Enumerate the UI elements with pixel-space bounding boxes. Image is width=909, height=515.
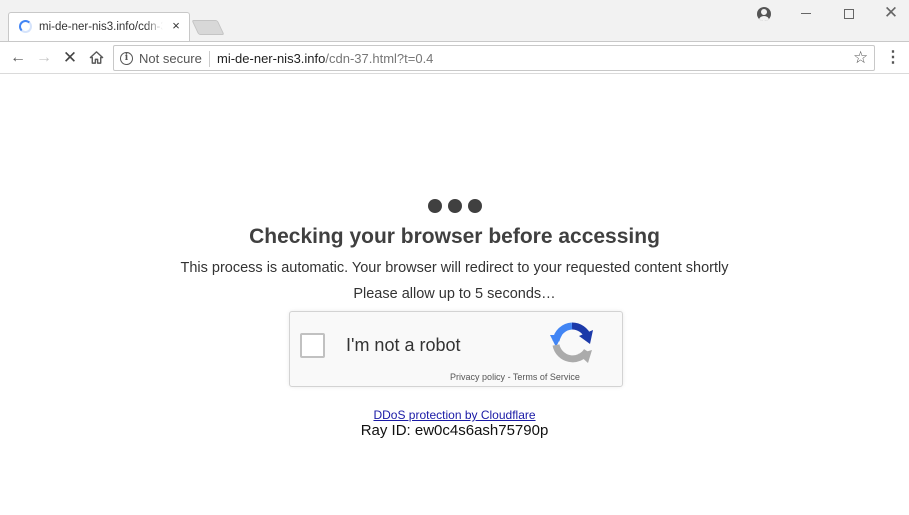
- loading-dots: [0, 199, 909, 218]
- recaptcha-widget: I'm not a robot Privacy policy - Terms o…: [289, 311, 623, 387]
- home-button[interactable]: [84, 46, 108, 70]
- home-icon: [89, 51, 103, 64]
- recaptcha-links: Privacy policy - Terms of Service: [440, 372, 590, 382]
- page-content: Checking your browser before accessing T…: [0, 75, 909, 515]
- browser-toolbar: ← → ✕ i Not secure mi-de-ner-nis3.info/c…: [0, 41, 909, 74]
- loading-dot: [447, 199, 462, 213]
- back-button[interactable]: ←: [6, 46, 30, 70]
- url-text[interactable]: mi-de-ner-nis3.info/cdn-37.html?t=0.4: [217, 51, 433, 66]
- link-separator: -: [505, 372, 513, 382]
- bookmark-star-icon[interactable]: ☆: [853, 48, 868, 68]
- tab-title: mi-de-ner-nis3.info/cdn-37.html?t=0.4: [39, 21, 163, 33]
- profile-button[interactable]: [743, 0, 785, 26]
- address-bar[interactable]: i Not secure mi-de-ner-nis3.info/cdn-37.…: [113, 45, 875, 71]
- minimize-button[interactable]: [785, 0, 827, 26]
- maximize-button[interactable]: [828, 0, 870, 26]
- forward-arrow-icon: →: [36, 49, 52, 66]
- url-path: /cdn-37.html?t=0.4: [325, 51, 434, 66]
- tab-close-button[interactable]: ×: [169, 18, 183, 34]
- security-status[interactable]: Not secure: [139, 51, 202, 66]
- info-icon[interactable]: i: [120, 52, 133, 65]
- back-arrow-icon: ←: [10, 49, 26, 66]
- url-host: mi-de-ner-nis3.info: [217, 51, 326, 66]
- loading-spinner-icon: [19, 20, 32, 33]
- omnibox-divider: [209, 51, 210, 67]
- recaptcha-logo-icon: [550, 322, 593, 363]
- maximize-icon: [844, 9, 854, 19]
- profile-icon: [757, 7, 771, 21]
- terms-of-service-link[interactable]: Terms of Service: [513, 372, 580, 382]
- cloudflare-link[interactable]: DDoS protection by Cloudflare: [0, 408, 909, 422]
- page-description: This process is automatic. Your browser …: [180, 260, 729, 276]
- browser-tab[interactable]: mi-de-ner-nis3.info/cdn-37.html?t=0.4 ×: [8, 12, 190, 41]
- close-window-button[interactable]: ✕: [870, 0, 909, 26]
- forward-button[interactable]: →: [32, 46, 56, 70]
- recaptcha-checkbox[interactable]: [300, 333, 325, 358]
- loading-dot: [467, 199, 482, 213]
- wait-message: Please allow up to 5 seconds…: [353, 286, 556, 302]
- stop-loading-button[interactable]: ✕: [58, 46, 82, 70]
- page-title: Checking your browser before accessing: [249, 225, 660, 248]
- privacy-policy-link[interactable]: Privacy policy: [450, 372, 505, 382]
- stop-icon: ✕: [62, 48, 78, 67]
- close-icon: ✕: [883, 3, 899, 22]
- new-tab-button[interactable]: [191, 20, 225, 35]
- ray-id: Ray ID: ew0c4s6ash75790p: [360, 422, 549, 439]
- loading-dot: [427, 199, 442, 213]
- browser-titlebar: mi-de-ner-nis3.info/cdn-37.html?t=0.4 × …: [0, 0, 909, 41]
- minimize-icon: [801, 13, 811, 14]
- recaptcha-label: I'm not a robot: [346, 335, 461, 355]
- browser-menu-icon[interactable]: ⋮: [884, 46, 902, 70]
